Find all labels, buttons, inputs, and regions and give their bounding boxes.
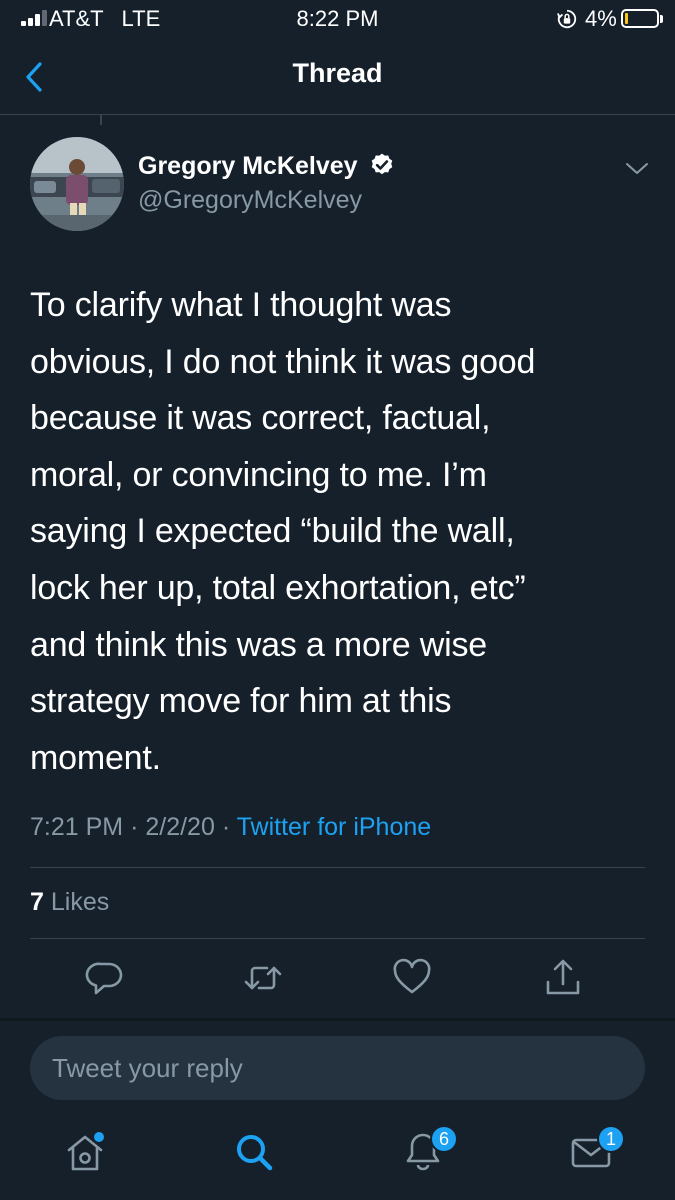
tweet-text-line: and think this was a more wise: [30, 625, 487, 664]
divider: [30, 867, 645, 868]
tweet-text-line: strategy move for him at this: [30, 682, 452, 721]
tweet-text: To clarify what I thought was obvious, I…: [30, 277, 645, 786]
meta-separator: ·: [221, 813, 231, 841]
avatar-photo: [30, 137, 124, 231]
tweet-date: 2/2/20: [145, 813, 215, 841]
tweet-text-line: saying I expected “build the wall,: [30, 512, 515, 551]
tweet-text-line: moral, or convincing to me. I’m: [30, 455, 487, 494]
tweet-text-line: because it was correct, factual,: [30, 399, 491, 438]
thread-connector-line: [100, 115, 102, 125]
share-icon[interactable]: [543, 958, 583, 998]
nav-header: Thread: [0, 40, 675, 115]
likes-count: 7: [30, 888, 44, 916]
tweet-meta: 7:21 PM · 2/2/20 · Twitter for iPhone: [30, 813, 431, 842]
author-display-name[interactable]: Gregory McKelvey: [138, 152, 395, 181]
tweet-time: 7:21 PM: [30, 813, 124, 841]
like-icon[interactable]: [392, 958, 432, 998]
author-handle[interactable]: @GregoryMcKelvey: [138, 186, 362, 215]
battery-icon: [621, 9, 663, 28]
reply-input[interactable]: [30, 1036, 645, 1100]
author-name-text: Gregory McKelvey: [138, 152, 358, 180]
tweet-text-line: To clarify what I thought was: [30, 286, 452, 324]
chevron-down-icon[interactable]: [624, 156, 650, 182]
status-bar: AT&T LTE 8:22 PM 4%: [0, 0, 675, 40]
tweet-text-line: moment.: [30, 738, 161, 777]
reply-icon[interactable]: [85, 958, 125, 998]
retweet-icon[interactable]: [243, 958, 283, 998]
orientation-lock-icon: [557, 9, 577, 29]
tweet-text-line: lock her up, total exhortation, etc”: [30, 568, 526, 607]
page-title: Thread: [292, 58, 383, 88]
search-icon[interactable]: [232, 1130, 276, 1174]
tweet-text-line: obvious, I do not think it was good: [30, 342, 536, 381]
thread-screen: AT&T LTE 8:22 PM 4% Thread Gregory McKel…: [0, 0, 675, 1200]
likes-count-link[interactable]: 7 Likes: [30, 888, 109, 917]
battery-fill: [625, 13, 628, 24]
battery-percent: 4%: [585, 6, 617, 31]
divider: [30, 938, 645, 939]
messages-badge: 1: [597, 1125, 625, 1153]
meta-separator: ·: [130, 813, 139, 841]
notifications-badge: 6: [430, 1125, 458, 1153]
home-unread-dot: [94, 1132, 104, 1142]
verified-badge-icon: [371, 153, 392, 175]
tweet-source-link[interactable]: Twitter for iPhone: [237, 813, 432, 841]
avatar[interactable]: [30, 137, 124, 231]
likes-label: Likes: [50, 888, 110, 916]
section-divider: [0, 1018, 675, 1021]
